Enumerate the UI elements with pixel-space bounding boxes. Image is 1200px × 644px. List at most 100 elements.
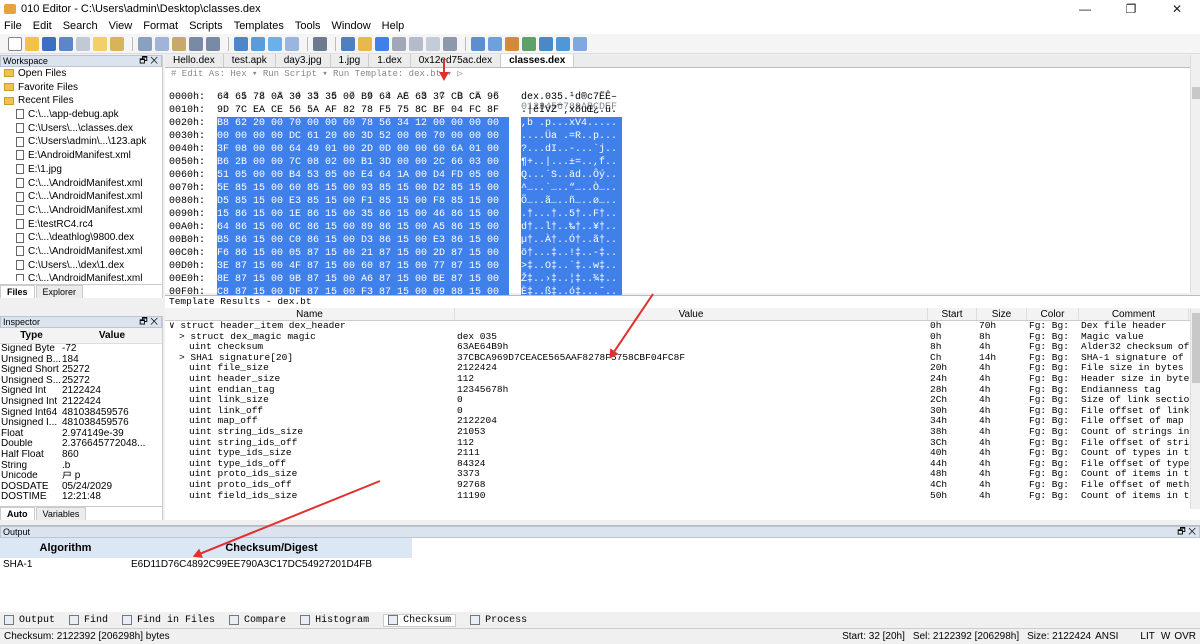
template-row[interactable]: uint type_ids_size 2111 40h 4h Fg: Bg: Count …: [165, 448, 1200, 459]
hex-ascii[interactable]: ,b .p...xV4.....: [521, 117, 622, 130]
inspector-row[interactable]: Half Float 860: [0, 450, 162, 461]
template-row[interactable]: uint field_ids_size 11190 50h 4h Fg: Bg: Coun…: [165, 491, 1200, 502]
menu-scripts[interactable]: Scripts: [189, 20, 223, 32]
hex-bytes[interactable]: 5E 85 15 00 60 85 15 00 93 85 15 00 D2 8…: [217, 182, 509, 195]
workspace-folder[interactable]: Recent Files: [2, 94, 162, 108]
checksum-icon[interactable]: [556, 36, 570, 51]
hex-bytes[interactable]: F6 86 15 00 05 87 15 00 21 87 15 00 2D 8…: [217, 247, 509, 260]
inspector-row[interactable]: DOSDATE 05/24/2029: [0, 482, 162, 493]
inspector-row[interactable]: Unsigned B... 184: [0, 355, 162, 366]
open-folder-icon[interactable]: [93, 36, 107, 51]
find-icon[interactable]: [234, 36, 248, 51]
template-row[interactable]: > struct dex_magic magic dex 035 0h 8h Fg: B…: [165, 332, 1200, 343]
template-row[interactable]: uint header_size 112 24h 4h Fg: Bg: Header si…: [165, 374, 1200, 385]
new-file-icon[interactable]: [8, 36, 22, 51]
bottom-tab-find-in-files[interactable]: Find in Files: [122, 615, 215, 626]
inspector-row[interactable]: Signed Int 2122424: [0, 386, 162, 397]
col-checksum-digest[interactable]: Checksum/Digest: [131, 542, 412, 554]
menu-format[interactable]: Format: [143, 20, 178, 32]
hex-row[interactable]: 0040h: 3F 08 00 00 64 49 01 00 2D 0D 00 0…: [165, 143, 1200, 156]
close-button[interactable]: ✕: [1154, 2, 1200, 16]
undo-icon[interactable]: [189, 36, 203, 51]
bottom-tab-histogram[interactable]: Histogram: [300, 615, 369, 626]
template-row[interactable]: uint string_ids_size 21053 38h 4h Fg: Bg: Cou…: [165, 427, 1200, 438]
hex-ascii[interactable]: ?...dI..-...`j..: [521, 143, 622, 156]
hex-ascii[interactable]: ^…..`…..“…..Ò…..: [521, 182, 622, 195]
template-row[interactable]: uint endian_tag 12345678h 28h 4h Fg: Bg: Endi…: [165, 385, 1200, 396]
hex-ascii[interactable]: Q...´S..äd..Ôý..: [521, 169, 622, 182]
status-mode-ovr[interactable]: OVR: [1174, 631, 1196, 642]
bottom-tab-find[interactable]: Find: [69, 615, 108, 626]
col-start[interactable]: Start: [928, 308, 977, 320]
hex-row[interactable]: 0010h: 9D 7C EA CE 56 5A AF 82 78 F5 75 8…: [165, 104, 1200, 117]
template-row[interactable]: uint type_ids_off 84324 44h 4h Fg: Bg: File o…: [165, 459, 1200, 470]
document-tab[interactable]: test.apk: [224, 54, 276, 67]
status-encoding[interactable]: ANSI: [1095, 631, 1118, 642]
hex-bytes[interactable]: 9D 7C EA CE 56 5A AF 82 78 F5 75 8C BF 0…: [217, 104, 509, 117]
document-tab[interactable]: 1.jpg: [331, 54, 370, 67]
paragraph-icon[interactable]: [409, 36, 423, 51]
bottom-tab-process[interactable]: Process: [470, 615, 527, 626]
hex-bytes[interactable]: 51 05 00 00 B4 53 05 00 E4 64 1A 00 D4 F…: [217, 169, 509, 182]
recent-icon[interactable]: [110, 36, 124, 51]
open-file-icon[interactable]: [25, 36, 39, 51]
hex-bytes[interactable]: 15 86 15 00 1E 86 15 00 35 86 15 00 46 8…: [217, 208, 509, 221]
hex-row[interactable]: 00C0h: F6 86 15 00 05 87 15 00 21 87 15 0…: [165, 247, 1200, 260]
recent-file-item[interactable]: E:\AndroidManifest.xml: [2, 149, 162, 163]
hex-bytes[interactable]: B5 86 15 00 C0 86 15 00 D3 86 15 00 E3 8…: [217, 234, 509, 247]
hex-view-icon[interactable]: [375, 36, 389, 51]
recent-file-item[interactable]: C:\...\app-debug.apk: [2, 108, 162, 122]
hex-ascii[interactable]: d†..l†..‰†..¥†..: [521, 221, 622, 234]
hex-row[interactable]: 00A0h: 64 86 15 00 6C 86 15 00 89 86 15 0…: [165, 221, 1200, 234]
recent-file-item[interactable]: C:\Users\admin\...\123.apk: [2, 135, 162, 149]
recent-file-item[interactable]: C:\...\AndroidManifest.xml: [2, 204, 162, 218]
template-row[interactable]: uint file_size 2122424 20h 4h Fg: Bg: File si…: [165, 363, 1200, 374]
cut-icon[interactable]: [138, 36, 152, 51]
script-icon[interactable]: [505, 36, 519, 51]
font-icon[interactable]: [341, 36, 355, 51]
hex-row[interactable]: 0030h: 00 00 00 00 DC 61 20 00 3D 52 00 0…: [165, 130, 1200, 143]
hex-row[interactable]: 0070h: 5E 85 15 00 60 85 15 00 93 85 15 0…: [165, 182, 1200, 195]
template-row[interactable]: uint checksum 63AE64B9h 8h 4h Fg: Bg: Alder32…: [165, 342, 1200, 353]
tab-auto[interactable]: Auto: [0, 507, 35, 520]
ruler-icon[interactable]: [443, 36, 457, 51]
recent-file-item[interactable]: C:\...\AndroidManifest.xml: [2, 272, 162, 281]
hex-ascii[interactable]: Õ…..ã…..ñ…..ø…..: [521, 195, 622, 208]
hex-bytes[interactable]: 3F 08 00 00 64 49 01 00 2D 0D 00 00 60 6…: [217, 143, 509, 156]
hex-row[interactable]: 0090h: 15 86 15 00 1E 86 15 00 35 86 15 0…: [165, 208, 1200, 221]
hex-bytes[interactable]: 8E 87 15 00 9B 87 15 00 A6 87 15 00 BE 8…: [217, 273, 509, 286]
inspector-row[interactable]: Unicode 戸 p: [0, 471, 162, 482]
calculator-icon[interactable]: [471, 36, 485, 51]
hex-ascii[interactable]: .†...†..5†..F†..: [521, 208, 622, 221]
document-tab[interactable]: 0x12ed75ac.dex: [411, 54, 502, 67]
template-row[interactable]: uint string_ids_off 112 3Ch 4h Fg: Bg: File o…: [165, 438, 1200, 449]
hex-ascii[interactable]: .|êÎVZ¯‚xõuŒ¿.ü.: [521, 104, 622, 117]
save-all-icon[interactable]: [59, 36, 73, 51]
hex-row[interactable]: 00B0h: B5 86 15 00 C0 86 15 00 D3 86 15 0…: [165, 234, 1200, 247]
template-row[interactable]: > SHA1 signature[20] 37CBCA969D7CEACE565A…: [165, 353, 1200, 364]
histogram-icon[interactable]: [539, 36, 553, 51]
template-row[interactable]: uint proto_ids_size 3373 48h 4h Fg: Bg: Count…: [165, 469, 1200, 480]
status-endian[interactable]: LIT: [1140, 631, 1154, 642]
compare-icon[interactable]: [522, 36, 536, 51]
document-tab[interactable]: 1.dex: [369, 54, 411, 67]
col-value[interactable]: Value: [455, 308, 928, 320]
maximize-button[interactable]: ❐: [1108, 2, 1154, 16]
template-row[interactable]: ∨ struct header_item dex_header 0h 70h Fg: …: [165, 321, 1200, 332]
print-icon[interactable]: [313, 36, 327, 51]
replace-icon[interactable]: [268, 36, 282, 51]
menu-tools[interactable]: Tools: [295, 20, 321, 32]
inspector-row[interactable]: Signed Byte -72: [0, 344, 162, 355]
document-tab[interactable]: classes.dex: [501, 54, 575, 67]
hex-rows[interactable]: 0000h: 64 65 78 0A 30 33 35 00 B9 64 AE 6…: [165, 91, 1200, 299]
document-tab[interactable]: Hello.dex: [165, 54, 224, 67]
col-comment[interactable]: Comment: [1079, 308, 1189, 320]
menu-search[interactable]: Search: [63, 20, 98, 32]
inspector-row[interactable]: Unsigned S... 25272: [0, 376, 162, 387]
templates-icon[interactable]: [488, 36, 502, 51]
menu-file[interactable]: File: [4, 20, 22, 32]
workspace-folder[interactable]: Open Files: [2, 67, 162, 81]
hex-bytes[interactable]: 3E 87 15 00 4F 87 15 00 60 87 15 00 77 8…: [217, 260, 509, 273]
hex-row[interactable]: 0080h: D5 85 15 00 E3 85 15 00 F1 85 15 0…: [165, 195, 1200, 208]
save-icon[interactable]: [42, 36, 56, 51]
